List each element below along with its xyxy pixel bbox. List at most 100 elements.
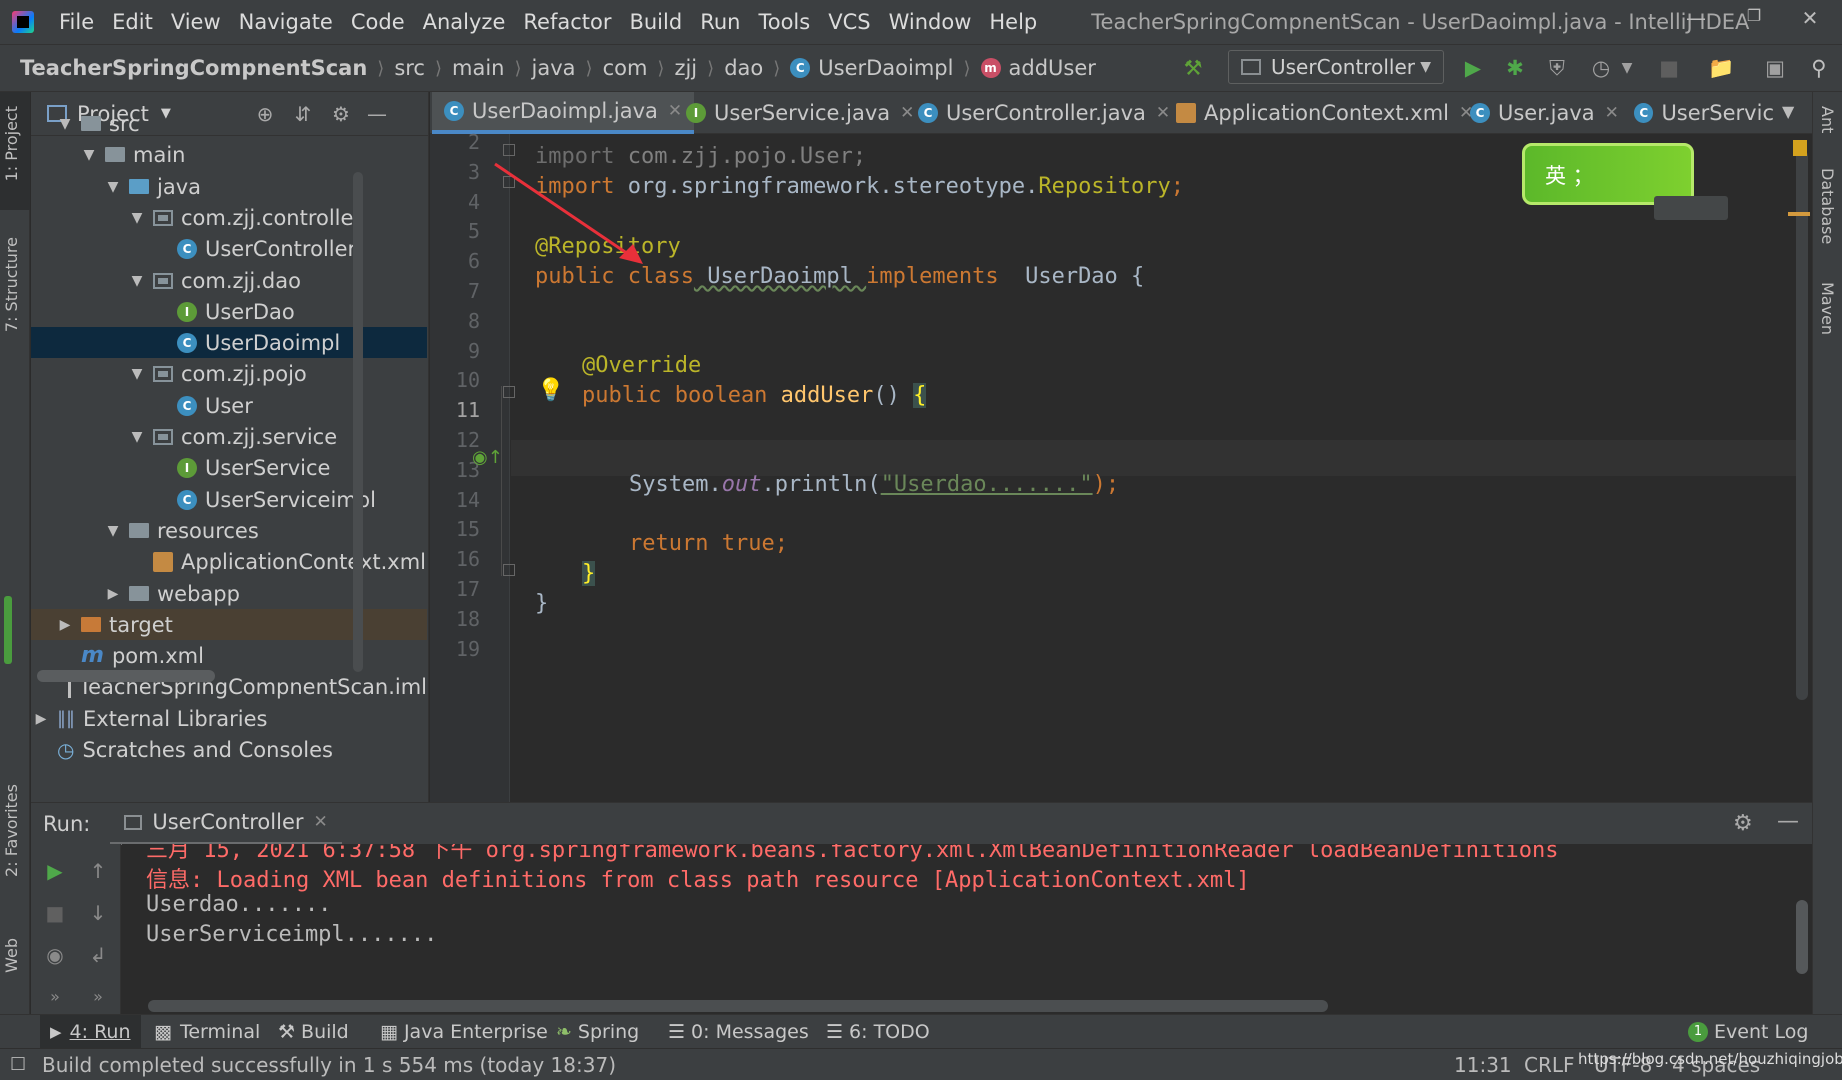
line-number[interactable]: 16 bbox=[430, 547, 480, 571]
menu-navigate[interactable]: Navigate bbox=[230, 10, 342, 34]
soft-wrap-icon[interactable]: ↲ bbox=[85, 942, 111, 968]
tab-userserviceimpl[interactable]: C UserServic bbox=[1634, 92, 1774, 134]
line-number[interactable]: 6 bbox=[430, 249, 480, 273]
tree-item[interactable]: ▶ ‖‖ External Libraries bbox=[31, 703, 427, 734]
presentation-icon[interactable]: ▣ bbox=[1762, 55, 1788, 81]
console-vertical-scrollbar[interactable] bbox=[1796, 900, 1808, 974]
menu-view[interactable]: View bbox=[162, 10, 230, 34]
menu-window[interactable]: Window bbox=[880, 10, 981, 34]
tree-item[interactable]: C User bbox=[31, 390, 427, 421]
menu-run[interactable]: Run bbox=[691, 10, 749, 34]
horizontal-scrollbar[interactable] bbox=[37, 670, 215, 682]
line-number[interactable]: 9 bbox=[430, 339, 480, 363]
ant-tool-tab[interactable]: Ant bbox=[1818, 106, 1837, 133]
line-number[interactable]: 10 bbox=[430, 368, 480, 392]
tree-item[interactable]: ▼ main bbox=[31, 139, 427, 170]
run-icon[interactable]: ▶ bbox=[1460, 55, 1486, 81]
menu-vcs[interactable]: VCS bbox=[819, 10, 879, 34]
menu-help[interactable]: Help bbox=[980, 10, 1046, 34]
line-number[interactable]: 2 bbox=[430, 130, 480, 154]
tree-item[interactable]: m pom.xml bbox=[31, 640, 427, 671]
menu-edit[interactable]: Edit bbox=[103, 10, 162, 34]
menu-code[interactable]: Code bbox=[342, 10, 414, 34]
build-hammer-icon[interactable]: ⚒ bbox=[1180, 55, 1206, 81]
menu-analyze[interactable]: Analyze bbox=[414, 10, 515, 34]
warning-marker-icon[interactable] bbox=[1793, 140, 1807, 156]
web-tool-tab[interactable]: Web bbox=[2, 938, 21, 973]
expand-arrow-icon[interactable]: ▼ bbox=[129, 366, 145, 382]
lightbulb-icon[interactable]: 💡 bbox=[537, 378, 564, 403]
line-number[interactable]: 3 bbox=[430, 160, 480, 184]
expand-arrow-icon[interactable]: ▼ bbox=[57, 116, 73, 132]
close-icon[interactable]: ✕ bbox=[1790, 6, 1830, 36]
menu-file[interactable]: File bbox=[50, 10, 103, 34]
restore-icon[interactable]: ❐ bbox=[1734, 6, 1774, 36]
collapse-arrow-icon[interactable]: ▶ bbox=[57, 617, 73, 633]
line-number[interactable]: 14 bbox=[430, 488, 480, 512]
stop-icon[interactable]: ■ bbox=[1656, 55, 1682, 81]
tree-item[interactable]: C UserServiceimpl bbox=[31, 484, 427, 515]
line-number[interactable]: 8 bbox=[430, 309, 480, 333]
more-icon[interactable]: » bbox=[42, 984, 68, 1010]
line-number[interactable]: 5 bbox=[430, 219, 480, 243]
line-number[interactable]: 18 bbox=[430, 607, 480, 631]
stop-icon[interactable]: ■ bbox=[42, 900, 68, 926]
line-separator[interactable]: CRLF bbox=[1524, 1053, 1575, 1077]
expand-arrow-icon[interactable]: ▼ bbox=[129, 429, 145, 445]
spring-tool-tab[interactable]: ❧ Spring bbox=[556, 1015, 639, 1049]
tree-item[interactable]: ▼ com.zjj.controller bbox=[31, 202, 427, 233]
expand-arrow-icon[interactable]: ▼ bbox=[81, 147, 97, 163]
tab-user[interactable]: C User.java ✕ bbox=[1470, 92, 1619, 134]
line-number[interactable]: 4 bbox=[430, 190, 480, 214]
close-icon[interactable]: ✕ bbox=[900, 103, 914, 123]
editor-vertical-scrollbar[interactable] bbox=[1796, 150, 1808, 700]
tree-item[interactable]: ▼ com.zjj.pojo bbox=[31, 358, 427, 389]
profile-icon[interactable]: ◷ bbox=[1588, 55, 1614, 81]
code-editor[interactable]: import com.zjj.pojo.User; import org.spr… bbox=[501, 134, 1801, 802]
tree-item[interactable]: ▶ webapp bbox=[31, 578, 427, 609]
project-structure-icon[interactable]: 📁 bbox=[1708, 55, 1734, 81]
close-icon[interactable]: ✕ bbox=[314, 812, 328, 832]
collapse-arrow-icon[interactable]: ▶ bbox=[33, 711, 49, 727]
vertical-scrollbar[interactable] bbox=[353, 172, 363, 672]
run-tab-usercontroller[interactable]: UserController ✕ bbox=[110, 803, 342, 845]
error-stripe-mark[interactable] bbox=[1788, 212, 1810, 216]
gear-icon[interactable]: ⚙ bbox=[1733, 811, 1753, 836]
minimize-icon[interactable]: — bbox=[1676, 6, 1716, 36]
breadcrumb-java[interactable]: java bbox=[532, 56, 576, 80]
implements-method-icon[interactable]: ◉↑ bbox=[472, 447, 503, 468]
todo-tool-tab[interactable]: ☰ 6: TODO bbox=[826, 1015, 930, 1049]
build-tool-tab[interactable]: ⚒ Build bbox=[278, 1015, 349, 1049]
tree-item[interactable]: ◷ Scratches and Consoles bbox=[31, 734, 427, 765]
down-arrow-icon[interactable]: ↓ bbox=[85, 900, 111, 926]
tree-item[interactable]: ▼ resources bbox=[31, 515, 427, 546]
hide-panel-icon[interactable]: — bbox=[1777, 809, 1799, 834]
favorites-tool-tab[interactable]: 2: Favorites bbox=[2, 784, 21, 877]
status-message[interactable]: Build completed successfully in 1 s 554 … bbox=[42, 1053, 616, 1077]
breadcrumb-main[interactable]: main bbox=[452, 56, 504, 80]
tab-usercontroller[interactable]: C UserController.java ✕ bbox=[918, 92, 1170, 134]
fold-marker-icon[interactable] bbox=[503, 564, 515, 576]
chevron-down-icon[interactable]: ▼ bbox=[1614, 55, 1640, 81]
camera-icon[interactable]: ◉ bbox=[42, 942, 68, 968]
tree-item[interactable]: I UserService bbox=[31, 452, 427, 483]
tree-item[interactable]: ▼ com.zjj.dao bbox=[31, 265, 427, 296]
expand-arrow-icon[interactable]: ▼ bbox=[129, 273, 145, 289]
tree-item[interactable]: ▼ src bbox=[31, 108, 427, 139]
line-number[interactable]: 17 bbox=[430, 577, 480, 601]
terminal-tool-tab[interactable]: ▩ Terminal bbox=[154, 1015, 260, 1049]
line-number[interactable]: 7 bbox=[430, 279, 480, 303]
tree-item[interactable]: C UserDaoimpl bbox=[31, 327, 427, 358]
breadcrumb-src[interactable]: src bbox=[394, 56, 425, 80]
breadcrumb-zjj[interactable]: zjj bbox=[674, 56, 697, 80]
project-tool-tab[interactable]: 1: Project bbox=[2, 106, 21, 181]
tab-applicationcontext[interactable]: ApplicationContext.xml ✕ bbox=[1176, 92, 1473, 134]
tree-item[interactable]: ApplicationContext.xml bbox=[31, 546, 427, 577]
expand-arrow-icon[interactable]: ▼ bbox=[105, 179, 121, 195]
console-horizontal-scrollbar[interactable] bbox=[148, 1000, 1328, 1012]
debug-icon[interactable]: ✱ bbox=[1502, 55, 1528, 81]
fold-marker-icon[interactable] bbox=[503, 386, 515, 398]
event-log-tool-tab[interactable]: 1 Event Log bbox=[1688, 1015, 1808, 1049]
breadcrumb-com[interactable]: com bbox=[603, 56, 648, 80]
breadcrumb-method[interactable]: m addUser bbox=[980, 56, 1096, 80]
